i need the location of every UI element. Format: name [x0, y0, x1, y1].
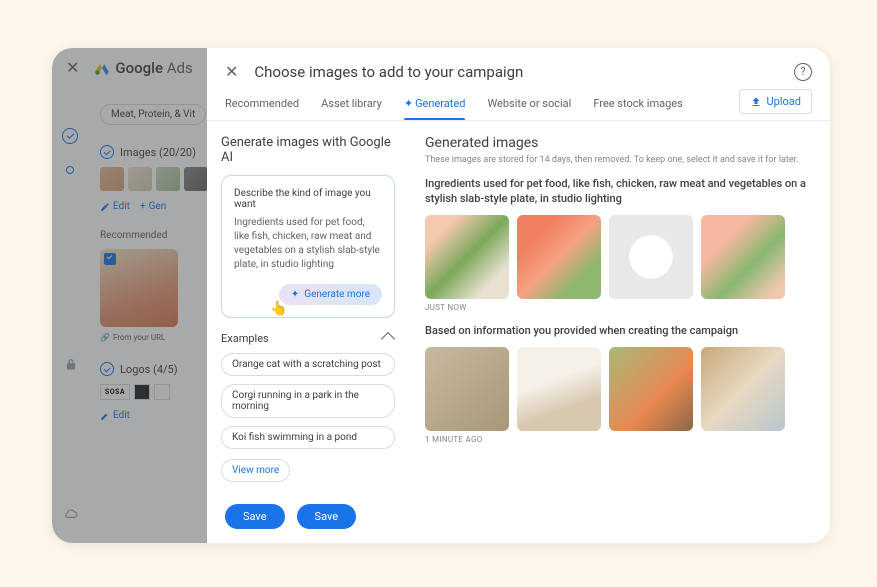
example-chip[interactable]: Orange cat with a scratching post	[221, 353, 395, 376]
describe-label: Describe the kind of image you want	[234, 188, 382, 210]
time-label: 1 MINUTE AGO	[425, 435, 812, 444]
generate-button[interactable]: + Gen	[140, 201, 166, 212]
upload-button[interactable]: Upload	[739, 89, 812, 114]
generate-title: Generate images with Google AI	[221, 135, 395, 165]
tab-stock-images[interactable]: Free stock images	[593, 89, 682, 120]
sparkle-icon: ✦	[404, 97, 413, 110]
generate-more-button[interactable]: ✦Generate more	[279, 284, 382, 305]
image-picker-modal: ✕ Choose images to add to your campaign …	[207, 48, 830, 543]
modal-title: Choose images to add to your campaign	[254, 63, 778, 81]
step-dot-icon	[66, 166, 74, 174]
modal-close-icon[interactable]: ✕	[225, 62, 238, 81]
thumbnail[interactable]	[128, 167, 152, 191]
generate-panel: Generate images with Google AI Describe …	[207, 121, 407, 494]
results-panel: Generated images These images are stored…	[407, 121, 830, 494]
tab-generated[interactable]: ✦Generated	[404, 89, 466, 120]
upload-icon	[750, 96, 762, 108]
close-icon[interactable]: ✕	[66, 58, 79, 77]
product-name: Google Ads	[115, 59, 192, 77]
modal-header: ✕ Choose images to add to your campaign …	[207, 48, 830, 89]
generated-image[interactable]	[609, 347, 693, 431]
generated-image[interactable]	[517, 347, 601, 431]
check-circle-icon	[100, 362, 114, 376]
sparkle-icon: ✦	[291, 289, 299, 300]
tabs: Recommended Asset library ✦Generated Web…	[207, 89, 830, 121]
tab-website-social[interactable]: Website or social	[487, 89, 571, 120]
thumbnail[interactable]	[184, 167, 208, 191]
logos-title: Logos (4/5)	[120, 363, 178, 376]
generated-image[interactable]	[425, 347, 509, 431]
step-check-icon	[62, 128, 78, 144]
prompt-card: Describe the kind of image you want Ingr…	[221, 175, 395, 318]
app-window: ✕ Google Ads Meat, Protein, & Vit Images…	[52, 48, 830, 543]
example-chip[interactable]: Corgi running in a park in the morning	[221, 384, 395, 418]
thumbnail[interactable]	[156, 167, 180, 191]
prompt-text[interactable]: Ingredients used for pet food, like fish…	[234, 216, 382, 272]
chevron-up-icon	[381, 331, 395, 345]
pencil-icon	[100, 202, 110, 212]
save-button[interactable]: Save	[225, 504, 285, 529]
logo-thumb[interactable]	[134, 384, 150, 400]
check-circle-icon	[100, 145, 114, 159]
pencil-icon	[100, 411, 110, 421]
examples-toggle[interactable]: Examples	[221, 332, 395, 345]
results-title: Generated images	[425, 135, 812, 151]
generated-image[interactable]	[701, 347, 785, 431]
logo-thumb[interactable]	[154, 384, 170, 400]
lock-icon	[64, 358, 78, 372]
help-icon[interactable]: ?	[794, 63, 812, 81]
generated-image[interactable]	[517, 215, 601, 299]
tab-asset-library[interactable]: Asset library	[321, 89, 382, 120]
cloud-icon	[63, 508, 79, 520]
logo-thumb[interactable]: SOSA	[100, 384, 130, 400]
thumbnail[interactable]	[100, 167, 124, 191]
image-grid	[425, 347, 812, 431]
image-grid	[425, 215, 812, 299]
save-button[interactable]: Save	[297, 504, 357, 529]
group-prompt: Based on information you provided when c…	[425, 324, 812, 339]
ads-logo-icon	[93, 59, 111, 77]
modal-footer: Save Save	[207, 494, 830, 543]
recommended-image[interactable]	[100, 249, 178, 327]
images-title: Images (20/20)	[120, 146, 196, 159]
google-ads-logo: Google Ads	[93, 59, 192, 77]
group-prompt: Ingredients used for pet food, like fish…	[425, 177, 812, 207]
generated-image[interactable]	[701, 215, 785, 299]
view-more-button[interactable]: View more	[221, 459, 290, 482]
edit-button[interactable]: Edit	[100, 410, 130, 421]
step-rail	[62, 128, 78, 174]
tab-recommended[interactable]: Recommended	[225, 89, 299, 120]
selected-check-icon	[104, 253, 116, 265]
retention-note: These images are stored for 14 days, the…	[425, 155, 812, 165]
modal-body: Generate images with Google AI Describe …	[207, 121, 830, 494]
generated-image[interactable]	[425, 215, 509, 299]
time-label: JUST NOW	[425, 303, 812, 312]
edit-button[interactable]: Edit	[100, 201, 130, 212]
example-chip[interactable]: Koi fish swimming in a pond	[221, 426, 395, 449]
category-chip[interactable]: Meat, Protein, & Vit	[100, 104, 206, 125]
generated-image[interactable]	[609, 215, 693, 299]
